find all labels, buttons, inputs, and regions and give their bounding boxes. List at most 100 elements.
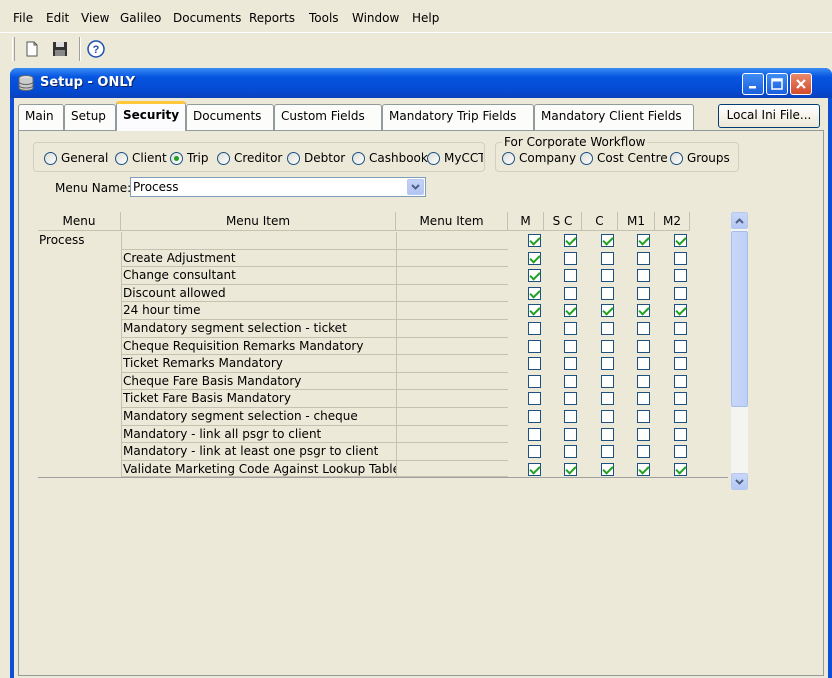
menu-galileo[interactable]: Galileo bbox=[120, 11, 161, 25]
permission-checkbox[interactable] bbox=[637, 374, 650, 388]
grid-scrollbar[interactable] bbox=[731, 212, 748, 490]
menu-view[interactable]: View bbox=[81, 11, 109, 25]
permission-checkbox[interactable] bbox=[564, 234, 577, 247]
permission-checkbox[interactable] bbox=[564, 339, 577, 353]
radio-mycct[interactable]: MyCCT bbox=[427, 151, 483, 165]
radio-cashbook[interactable]: Cashbook bbox=[352, 151, 428, 165]
permission-checkbox[interactable] bbox=[601, 269, 614, 283]
grid-header-sc[interactable]: S C bbox=[544, 212, 582, 231]
permission-checkbox[interactable] bbox=[601, 304, 614, 318]
permission-checkbox[interactable] bbox=[528, 304, 541, 318]
menu-documents[interactable]: Documents bbox=[173, 11, 241, 25]
help-button[interactable]: ? bbox=[84, 37, 108, 61]
local-ini-file-button[interactable]: Local Ini File... bbox=[718, 104, 820, 128]
tab-setup[interactable]: Setup bbox=[64, 104, 116, 130]
menu-name-select[interactable]: Process bbox=[130, 177, 426, 197]
scroll-up-button[interactable] bbox=[731, 212, 748, 229]
menu-tools[interactable]: Tools bbox=[309, 11, 339, 25]
permission-checkbox[interactable] bbox=[674, 392, 687, 406]
tab-main[interactable]: Main bbox=[18, 104, 64, 130]
permission-checkbox[interactable] bbox=[637, 322, 650, 335]
permission-checkbox[interactable] bbox=[637, 339, 650, 353]
permission-checkbox[interactable] bbox=[564, 322, 577, 335]
permission-checkbox[interactable] bbox=[601, 357, 614, 371]
permission-checkbox[interactable] bbox=[674, 462, 687, 476]
close-button[interactable] bbox=[790, 73, 812, 95]
menu-help[interactable]: Help bbox=[412, 11, 439, 25]
permission-checkbox[interactable] bbox=[601, 286, 614, 300]
permission-checkbox[interactable] bbox=[528, 286, 541, 300]
grid-header-m2[interactable]: M2 bbox=[655, 212, 690, 231]
grid-header-menu-item[interactable]: Menu Item bbox=[121, 212, 396, 231]
permission-checkbox[interactable] bbox=[564, 374, 577, 388]
permission-checkbox[interactable] bbox=[564, 286, 577, 300]
permission-checkbox[interactable] bbox=[674, 374, 687, 388]
tab-custom-fields[interactable]: Custom Fields bbox=[274, 104, 382, 130]
permission-checkbox[interactable] bbox=[528, 251, 541, 265]
menu-file[interactable]: File bbox=[13, 11, 33, 25]
permission-checkbox[interactable] bbox=[637, 269, 650, 283]
permission-checkbox[interactable] bbox=[528, 410, 541, 423]
permission-checkbox[interactable] bbox=[637, 392, 650, 406]
permission-checkbox[interactable] bbox=[674, 445, 687, 459]
tab-documents[interactable]: Documents bbox=[186, 104, 274, 130]
permission-checkbox[interactable] bbox=[564, 427, 577, 441]
permission-checkbox[interactable] bbox=[637, 251, 650, 265]
radio-client[interactable]: Client bbox=[115, 151, 171, 165]
permission-checkbox[interactable] bbox=[564, 392, 577, 406]
permission-checkbox[interactable] bbox=[564, 445, 577, 459]
permission-checkbox[interactable] bbox=[528, 445, 541, 459]
permission-checkbox[interactable] bbox=[674, 339, 687, 353]
menu-window[interactable]: Window bbox=[352, 11, 399, 25]
permission-checkbox[interactable] bbox=[637, 410, 650, 423]
minimize-button[interactable] bbox=[742, 73, 764, 95]
permission-checkbox[interactable] bbox=[637, 234, 650, 247]
radio-company[interactable]: Company bbox=[502, 151, 582, 165]
permission-checkbox[interactable] bbox=[674, 251, 687, 265]
radio-debtor[interactable]: Debtor bbox=[287, 151, 351, 165]
permission-checkbox[interactable] bbox=[564, 357, 577, 371]
menu-edit[interactable]: Edit bbox=[46, 11, 69, 25]
permission-checkbox[interactable] bbox=[564, 251, 577, 265]
grid-header-m1[interactable]: M1 bbox=[618, 212, 655, 231]
permission-checkbox[interactable] bbox=[601, 392, 614, 406]
permission-checkbox[interactable] bbox=[674, 322, 687, 335]
permission-checkbox[interactable] bbox=[564, 410, 577, 423]
permission-checkbox[interactable] bbox=[528, 427, 541, 441]
permission-checkbox[interactable] bbox=[528, 374, 541, 388]
permission-checkbox[interactable] bbox=[637, 286, 650, 300]
grid-header-menu-item-2[interactable]: Menu Item bbox=[396, 212, 508, 231]
tab-mandatory-trip-fields[interactable]: Mandatory Trip Fields bbox=[382, 104, 534, 130]
permission-checkbox[interactable] bbox=[674, 304, 687, 318]
permission-checkbox[interactable] bbox=[528, 322, 541, 335]
permission-checkbox[interactable] bbox=[601, 374, 614, 388]
tab-mandatory-client-fields[interactable]: Mandatory Client Fields bbox=[534, 104, 694, 130]
permission-checkbox[interactable] bbox=[528, 462, 541, 476]
menu-reports[interactable]: Reports bbox=[249, 11, 295, 25]
maximize-button[interactable] bbox=[766, 73, 788, 95]
tab-security[interactable]: Security bbox=[116, 101, 186, 131]
permission-checkbox[interactable] bbox=[528, 357, 541, 371]
permission-checkbox[interactable] bbox=[637, 427, 650, 441]
grid-header-c[interactable]: C bbox=[582, 212, 618, 231]
grid-header-menu[interactable]: Menu bbox=[38, 212, 121, 231]
scroll-thumb[interactable] bbox=[731, 231, 748, 407]
permission-checkbox[interactable] bbox=[674, 357, 687, 371]
radio-groups[interactable]: Groups bbox=[670, 151, 738, 165]
permission-checkbox[interactable] bbox=[674, 269, 687, 283]
save-button[interactable] bbox=[48, 37, 72, 61]
permission-checkbox[interactable] bbox=[601, 322, 614, 335]
permission-checkbox[interactable] bbox=[674, 410, 687, 423]
permission-checkbox[interactable] bbox=[528, 269, 541, 283]
permission-checkbox[interactable] bbox=[528, 339, 541, 353]
new-button[interactable] bbox=[20, 37, 44, 61]
scroll-down-button[interactable] bbox=[731, 473, 748, 490]
title-bar[interactable]: Setup - ONLY bbox=[10, 68, 832, 98]
permission-checkbox[interactable] bbox=[637, 445, 650, 459]
permission-checkbox[interactable] bbox=[637, 357, 650, 371]
radio-trip[interactable]: Trip bbox=[170, 151, 218, 165]
permission-checkbox[interactable] bbox=[674, 234, 687, 247]
permission-checkbox[interactable] bbox=[564, 269, 577, 283]
permission-checkbox[interactable] bbox=[601, 445, 614, 459]
permission-checkbox[interactable] bbox=[601, 339, 614, 353]
